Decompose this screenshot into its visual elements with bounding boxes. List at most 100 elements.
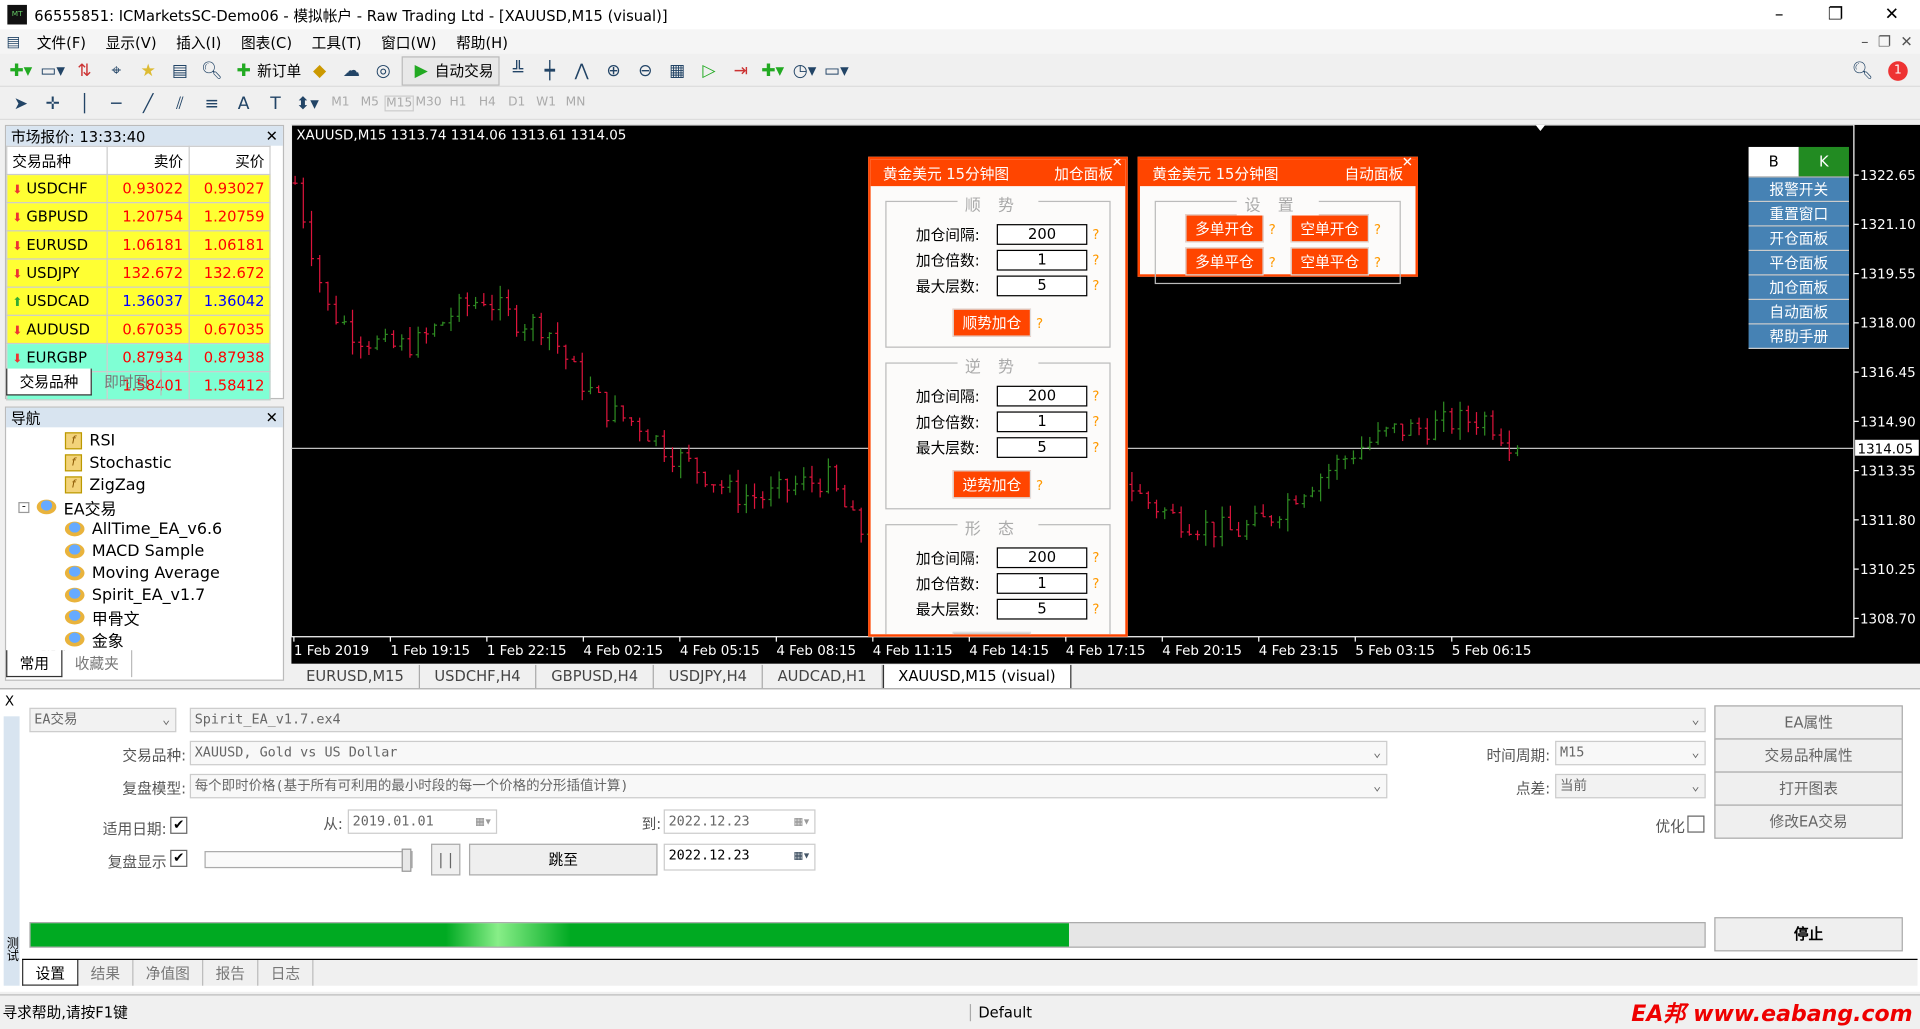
menu-help[interactable]: 帮助(H) <box>446 31 517 52</box>
timeframe-h4[interactable]: H4 <box>473 96 502 112</box>
close-icon[interactable]: ✕ <box>266 127 278 144</box>
close-icon[interactable]: ✕ <box>1112 159 1123 170</box>
timeframe-mn[interactable]: MN <box>561 96 590 112</box>
open-chart-button[interactable]: 打开图表 <box>1714 771 1903 806</box>
chart-tab[interactable]: EURUSD,M15 <box>291 664 420 690</box>
new-order-button[interactable]: ✚ 新订单 <box>230 57 301 84</box>
collapse-icon[interactable]: - <box>18 501 30 513</box>
autoscroll-icon[interactable]: ▷ <box>696 57 723 84</box>
market-watch-row[interactable]: ⬇ AUDUSD 0.67035 0.67035 <box>6 314 271 345</box>
help-icon[interactable]: ? <box>1092 252 1099 268</box>
col-symbol[interactable]: 交易品种 <box>6 145 108 176</box>
chart-tab[interactable]: GBPUSD,H4 <box>537 664 654 690</box>
close-icon[interactable]: ✕ <box>1402 154 1413 170</box>
field-input[interactable]: 200 <box>996 547 1088 569</box>
add-position-button[interactable]: 逆势加仓 <box>952 470 1032 499</box>
timeframe-d1[interactable]: D1 <box>502 96 531 112</box>
market-watch-row[interactable]: ⬇ USDCHF 0.93022 0.93027 <box>6 173 271 204</box>
tab-tick-chart[interactable]: 即时图 <box>92 368 162 396</box>
tab-symbols[interactable]: 交易品种 <box>6 368 92 396</box>
side-menu-item[interactable]: 帮助手册 <box>1748 324 1849 349</box>
navigator-indicator[interactable]: f RSI <box>6 430 283 452</box>
field-input[interactable]: 1 <box>996 573 1088 594</box>
help-icon[interactable]: ? <box>1036 478 1043 494</box>
period-select[interactable]: M15 ⌄ <box>1555 740 1706 766</box>
slider-thumb[interactable] <box>401 848 412 872</box>
restore-button[interactable]: ❐ <box>1807 5 1863 25</box>
data-window-icon[interactable]: ⌖ <box>103 57 130 84</box>
skip-date[interactable]: 2022.12.23 ▦▾ <box>663 843 816 871</box>
navigator-indicator[interactable]: f Stochastic <box>6 452 283 474</box>
equidistant-channel-icon[interactable]: ⫽ <box>167 90 194 117</box>
periods-icon[interactable]: ◷▾ <box>791 57 818 84</box>
help-icon[interactable]: ? <box>1374 255 1381 271</box>
fibonacci-icon[interactable]: ≡ <box>198 90 225 117</box>
field-input[interactable]: 5 <box>996 437 1088 458</box>
search-icon[interactable]: 🔍︎ <box>1849 57 1876 84</box>
signals-icon[interactable]: ☁ <box>338 57 365 84</box>
close-icon[interactable]: ✕ <box>266 409 278 426</box>
tile-windows-icon[interactable]: ▦ <box>664 57 691 84</box>
menu-file[interactable]: 文件(F) <box>27 31 96 52</box>
menu-window[interactable]: 窗口(W) <box>371 31 446 52</box>
navigator-expert[interactable]: AllTime_EA_v6.6 <box>6 518 283 540</box>
add-position-button[interactable]: 顺势加仓 <box>952 308 1032 337</box>
text-label-icon[interactable]: T <box>262 90 289 117</box>
chart-tab[interactable]: USDJPY,H4 <box>654 664 763 690</box>
navigator-ea-folder[interactable]: - EA交易 <box>6 496 283 519</box>
tab-favorites[interactable]: 收藏夹 <box>62 650 133 678</box>
bar-chart-icon[interactable]: ╩ <box>505 57 532 84</box>
help-icon[interactable]: ? <box>1092 414 1099 430</box>
chart-shift-icon[interactable]: ⇥ <box>727 57 754 84</box>
cursor-icon[interactable]: ➤ <box>7 90 34 117</box>
navigator-expert[interactable]: Moving Average <box>6 562 283 584</box>
buy-toggle[interactable]: B <box>1748 146 1799 177</box>
market-watch-icon[interactable]: ⇅ <box>71 57 98 84</box>
timeframe-m30[interactable]: M30 <box>414 96 443 112</box>
menu-view[interactable]: 显示(V) <box>96 31 167 52</box>
navigator-expert[interactable]: 金象 <box>6 628 283 651</box>
zoom-in-icon[interactable]: ⊕ <box>600 57 627 84</box>
field-input[interactable]: 1 <box>996 411 1088 433</box>
sell-toggle[interactable]: K <box>1798 146 1849 177</box>
side-menu-item[interactable]: 加仓面板 <box>1748 275 1849 301</box>
symbol-properties-button[interactable]: 交易品种属性 <box>1714 738 1903 773</box>
vertical-line-icon[interactable]: │ <box>71 90 98 117</box>
help-icon[interactable]: ? <box>1092 440 1099 456</box>
minimize-button[interactable]: – <box>1751 5 1807 25</box>
tester-icon[interactable]: 🔍︎ <box>198 57 225 84</box>
add-position-button[interactable]: 形态加仓 <box>952 631 1032 635</box>
from-date[interactable]: 2019.01.01 ▦▾ <box>347 809 498 834</box>
field-input[interactable]: 5 <box>996 275 1088 297</box>
field-input[interactable]: 200 <box>996 224 1088 245</box>
arrows-icon[interactable]: ⬍▾ <box>294 90 321 117</box>
timeframe-h1[interactable]: H1 <box>443 96 472 112</box>
profiles-icon[interactable]: ▭▾ <box>39 57 66 84</box>
symbol-select[interactable]: XAUUSD, Gold vs US Dollar ⌄ <box>189 740 1388 766</box>
tester-tab[interactable]: 净值图 <box>134 960 204 986</box>
skip-to-button[interactable]: 跳至 <box>468 843 658 876</box>
chart-tab[interactable]: USDCHF,H4 <box>420 664 537 690</box>
indicators-icon[interactable]: ✚▾ <box>759 57 786 84</box>
tester-tab[interactable]: 日志 <box>258 960 314 986</box>
tester-tab[interactable]: 报告 <box>203 960 259 986</box>
close-short-button[interactable]: 空单平仓 <box>1290 247 1369 276</box>
market-watch-row[interactable]: ⬇ EURUSD 1.06181 1.06181 <box>6 230 271 260</box>
help-icon[interactable]: ? <box>1092 576 1099 592</box>
metaeditor-icon[interactable]: ◆ <box>306 57 333 84</box>
horizontal-line-icon[interactable]: ─ <box>103 90 130 117</box>
new-chart-icon[interactable]: ✚▾ <box>7 57 34 84</box>
help-icon[interactable]: ? <box>1092 601 1099 617</box>
open-long-button[interactable]: 多单开仓 <box>1185 214 1264 243</box>
candlestick-icon[interactable]: ┿ <box>536 57 563 84</box>
pause-button[interactable]: | | <box>431 843 461 876</box>
help-icon[interactable]: ? <box>1092 388 1099 404</box>
optimize-checkbox[interactable] <box>1687 815 1705 833</box>
help-icon[interactable]: ? <box>1092 278 1099 294</box>
col-bid[interactable]: 卖价 <box>106 145 190 176</box>
timeframe-m1[interactable]: M1 <box>326 96 355 112</box>
timeframe-m15[interactable]: M15 <box>384 95 414 112</box>
close-long-button[interactable]: 多单平仓 <box>1185 247 1264 276</box>
navigator-expert[interactable]: Spirit_EA_v1.7 <box>6 584 283 606</box>
text-icon[interactable]: A <box>230 90 257 117</box>
